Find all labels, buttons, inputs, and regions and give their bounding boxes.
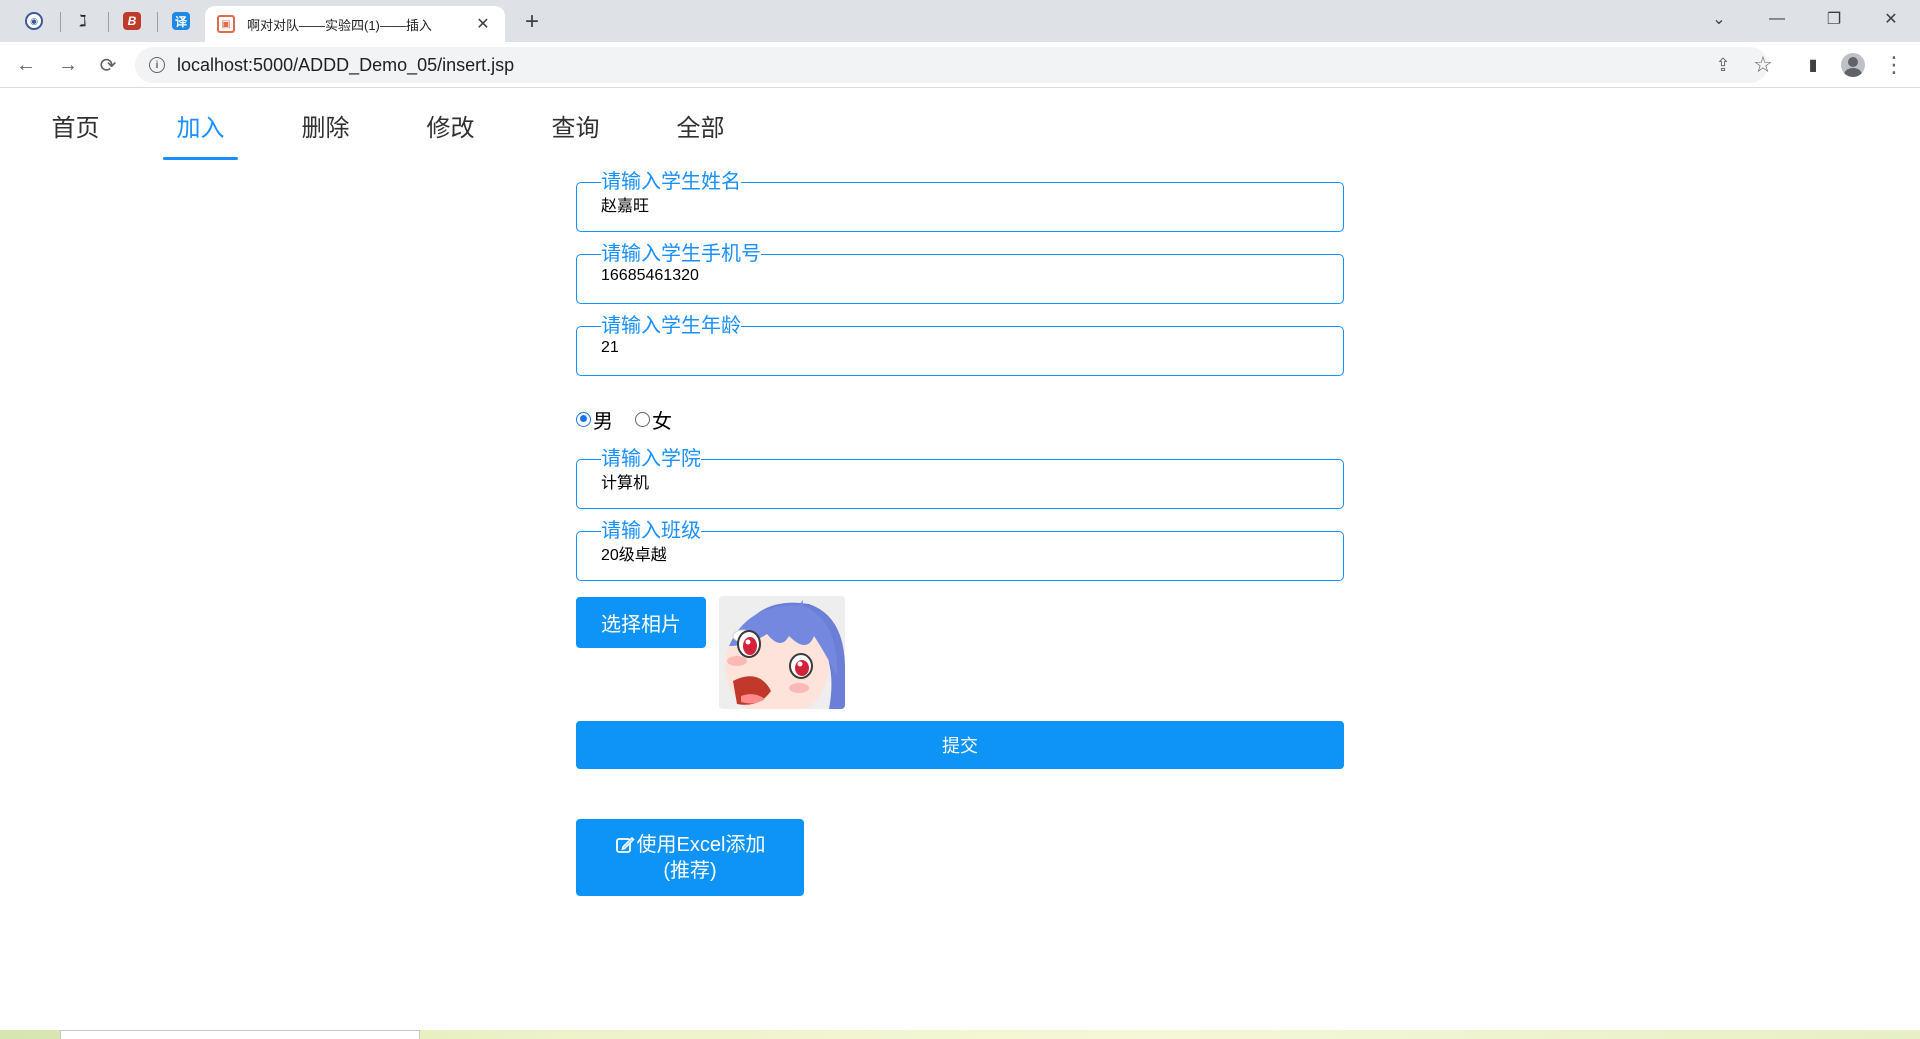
restore-button[interactable]: ❐ [1805, 0, 1863, 38]
browser-toolbar: ← → ⟳ i localhost:5000/ADDD_Demo_05/inse… [0, 42, 1920, 88]
excel-button-recommended: (推荐) [663, 859, 717, 882]
site-info-icon[interactable]: i [149, 57, 165, 73]
page-favicon-icon: ▣ [217, 15, 235, 33]
tab-separator [157, 12, 158, 32]
college-label: 请输入学院 [601, 448, 701, 470]
age-input[interactable] [601, 336, 1319, 360]
side-panel-icon[interactable]: ▮ [1797, 49, 1829, 81]
class-input[interactable] [601, 541, 1319, 565]
tab-close-icon[interactable]: ✕ [473, 14, 493, 34]
class-fieldset: 请输入班级 [576, 521, 1344, 581]
pinned-tab-4[interactable]: 译 [159, 6, 203, 36]
anime-avatar-image [719, 596, 845, 709]
phone-input[interactable] [601, 264, 1319, 288]
share-icon[interactable]: ⇪ [1707, 49, 1739, 81]
translate-icon: 译 [172, 12, 190, 30]
gender-male-label: 男 [593, 410, 613, 433]
menu-kebab-icon[interactable]: ⋮ [1878, 49, 1910, 81]
profile-button[interactable] [1837, 49, 1869, 81]
gender-radio-group: 男 女 [576, 404, 694, 434]
reload-icon[interactable]: ⟳ [92, 49, 124, 81]
brand-b-icon: B [123, 12, 141, 30]
nav-delete[interactable]: 删除 [263, 90, 388, 160]
profile-avatar-icon [1841, 53, 1865, 77]
nav-query[interactable]: 查询 [513, 90, 638, 160]
background-window-edge [60, 1030, 420, 1039]
forward-arrow-icon[interactable]: → [52, 49, 84, 81]
name-fieldset: 请输入学生姓名 [576, 172, 1344, 232]
name-input[interactable] [601, 192, 1319, 216]
age-fieldset: 请输入学生年龄 [576, 316, 1344, 376]
name-label: 请输入学生姓名 [601, 171, 741, 193]
pinned-tab-1[interactable]: ◉ [12, 6, 56, 36]
active-tab[interactable]: ▣ 啊对对队——实验四(1)——插入 ✕ [205, 6, 505, 42]
handwriting-icon: ℷ [79, 13, 87, 30]
tab-search-chevron-icon[interactable]: ⌄ [1690, 0, 1748, 38]
nav-home[interactable]: 首页 [13, 90, 138, 160]
address-bar[interactable]: i localhost:5000/ADDD_Demo_05/insert.jsp… [135, 47, 1773, 83]
pinned-tab-2[interactable]: ℷ [61, 6, 105, 36]
minimize-button[interactable]: — [1748, 0, 1806, 38]
gender-female-option[interactable]: 女 [635, 405, 672, 434]
close-window-button[interactable]: ✕ [1862, 0, 1920, 38]
choose-photo-button[interactable]: 选择相片 [576, 597, 706, 648]
nav-all[interactable]: 全部 [638, 90, 763, 160]
gender-female-radio[interactable] [635, 411, 650, 427]
excel-import-button[interactable]: 使用Excel添加 (推荐) [576, 819, 804, 896]
student-photo-preview [719, 596, 845, 709]
tab-title: 啊对对队——实验四(1)——插入 [247, 17, 432, 33]
tab-strip: ◉ ℷ B 译 ▣ 啊对对队——实验四(1)——插入 ✕ + ⌄ — ❐ ✕ [0, 0, 1920, 42]
back-arrow-icon[interactable]: ← [10, 49, 42, 81]
new-tab-button[interactable]: + [518, 8, 546, 36]
class-label: 请输入班级 [601, 520, 701, 542]
phone-label: 请输入学生手机号 [601, 243, 761, 265]
phone-fieldset: 请输入学生手机号 [576, 244, 1344, 304]
page-nav: 首页 加入 删除 修改 查询 全部 [13, 90, 763, 160]
gender-female-label: 女 [652, 410, 672, 433]
nav-insert[interactable]: 加入 [138, 90, 263, 160]
excel-button-label: 使用Excel添加 [636, 833, 766, 856]
college-input[interactable] [601, 469, 1319, 493]
edit-icon [615, 836, 635, 853]
nav-modify[interactable]: 修改 [388, 90, 513, 160]
gender-male-option[interactable]: 男 [576, 405, 613, 434]
age-label: 请输入学生年龄 [601, 315, 741, 337]
tab-separator [108, 12, 109, 32]
gender-male-radio[interactable] [576, 411, 591, 427]
excel-button-line1: 使用Excel添加 [615, 832, 766, 858]
pinned-tab-3[interactable]: B [110, 6, 154, 36]
circle-badge-icon: ◉ [25, 12, 43, 30]
url-text[interactable]: localhost:5000/ADDD_Demo_05/insert.jsp [177, 55, 514, 76]
submit-button[interactable]: 提交 [576, 721, 1344, 769]
college-fieldset: 请输入学院 [576, 449, 1344, 509]
bookmark-star-icon[interactable]: ☆ [1747, 49, 1779, 81]
